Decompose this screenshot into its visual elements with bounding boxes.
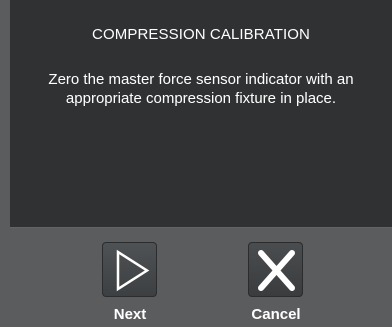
dialog-message: Zero the master force sensor indicator w… [48, 71, 354, 107]
cancel-button-label: Cancel [251, 306, 301, 323]
close-x-icon [258, 250, 295, 291]
next-button-label: Next [113, 306, 147, 323]
dialog-panel: COMPRESSION CALIBRATION Zero the master … [10, 0, 392, 228]
next-button[interactable]: Next [90, 242, 170, 327]
next-button-frame[interactable] [102, 242, 157, 297]
cancel-button-frame[interactable] [248, 242, 303, 297]
play-triangle-icon [116, 249, 150, 292]
cancel-button[interactable]: Cancel [236, 242, 316, 327]
dialog-title: COMPRESSION CALIBRATION [92, 26, 310, 43]
